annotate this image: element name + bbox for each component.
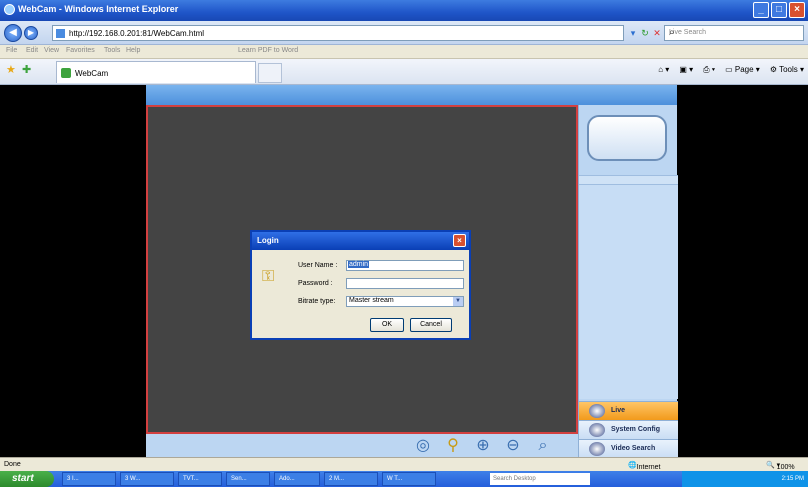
panel-divider xyxy=(579,175,678,185)
feeds-icon[interactable]: ▣ ▾ xyxy=(679,65,693,75)
add-favorites-icon[interactable]: ✚ xyxy=(22,63,31,76)
status-bar: Done 🌐 Internet 🔍 100% ▾ xyxy=(0,457,808,471)
config-icon xyxy=(589,423,605,437)
stop-icon[interactable]: ✕ xyxy=(650,25,664,41)
new-tab-button[interactable] xyxy=(258,63,282,83)
zoom-label: 100% xyxy=(776,464,795,471)
live-label: Live xyxy=(611,407,626,414)
device-list[interactable] xyxy=(579,185,678,399)
clock: 2:15 PM xyxy=(781,476,804,482)
zoom-in-icon[interactable]: ⊕ xyxy=(472,436,494,456)
close-window-button[interactable]: × xyxy=(789,2,805,18)
video-search-button[interactable]: Video Search xyxy=(579,439,678,458)
page-menu-label: Page xyxy=(734,65,754,74)
bitrate-select[interactable]: Master stream ▼ xyxy=(346,296,464,307)
pdf-link[interactable]: Learn PDF to Word xyxy=(238,47,298,54)
zone-label: Internet xyxy=(636,464,661,471)
taskbar-item[interactable]: 2 M... xyxy=(324,472,378,486)
tools-menu-label: Tools xyxy=(779,65,798,74)
login-title: Login xyxy=(257,236,279,245)
webcam-favicon-icon xyxy=(61,68,71,78)
forward-icon[interactable]: ▶ xyxy=(24,26,38,40)
window-title: WebCam - Windows Internet Explorer xyxy=(18,4,179,14)
bitrate-value: Master stream xyxy=(349,297,394,304)
magnify-icon[interactable]: ⌕ xyxy=(532,436,554,456)
status-text: Done xyxy=(4,461,21,468)
print-icon[interactable]: ⎙ ▾ xyxy=(703,65,715,75)
screen-layout-button[interactable] xyxy=(587,115,667,161)
internet-zone: 🌐 Internet xyxy=(628,462,661,471)
page-icon xyxy=(56,29,65,38)
camera-icon[interactable]: ◎ xyxy=(412,436,434,456)
system-config-button[interactable]: System Config xyxy=(579,420,678,439)
system-tray: 2:15 PM xyxy=(682,471,808,487)
password-field[interactable] xyxy=(346,278,464,289)
key-icon: ⚿ xyxy=(262,268,275,285)
system-config-label: System Config xyxy=(611,426,661,433)
address-row: ◀ ▶ http://192.168.0.201:81/WebCam.html … xyxy=(0,21,808,45)
home-icon[interactable]: ⌂ ▾ xyxy=(658,65,669,75)
username-label: User Name : xyxy=(298,262,338,269)
ok-button[interactable]: OK xyxy=(370,318,404,332)
taskbar-item[interactable]: 3 W... xyxy=(120,472,174,486)
chevron-down-icon[interactable]: ▼ xyxy=(453,297,463,306)
window-titlebar: WebCam - Windows Internet Explorer _ □ × xyxy=(0,0,808,21)
maximize-button[interactable]: □ xyxy=(771,2,787,18)
menu-bar: File Edit View Favorites Tools Help Lear… xyxy=(0,45,808,59)
webcam-header xyxy=(146,85,677,105)
taskbar: start 3 I... 3 W... TVT... Sen... Ado...… xyxy=(0,471,808,487)
ptz-icon[interactable]: ⚲ xyxy=(442,436,464,456)
close-icon[interactable]: × xyxy=(453,234,466,247)
search-icon[interactable]: ⌕ xyxy=(669,27,801,38)
menu-favorites[interactable]: Favorites xyxy=(66,47,95,54)
login-titlebar: Login × xyxy=(252,232,469,250)
zoom-out-icon[interactable]: ⊖ xyxy=(502,436,524,456)
video-search-label: Video Search xyxy=(611,445,656,452)
menu-tools[interactable]: Tools xyxy=(104,47,120,54)
start-button[interactable]: start xyxy=(0,471,54,487)
zoom-level[interactable]: 🔍 100% ▾ xyxy=(766,461,795,471)
cancel-button[interactable]: Cancel xyxy=(410,318,452,332)
live-icon xyxy=(589,404,605,418)
ie-icon xyxy=(4,4,15,15)
tab-row: ★ ✚ WebCam ⌂ ▾ ▣ ▾ ⎙ ▾ ▭ Page ▾ ⚙ Tools … xyxy=(0,59,808,85)
menu-view[interactable]: View xyxy=(44,47,59,54)
minimize-button[interactable]: _ xyxy=(753,2,769,18)
control-panel: Live System Config Video Search xyxy=(578,105,678,458)
login-dialog: Login × ⚿ User Name : admin Password : B… xyxy=(250,230,471,340)
video-search-icon xyxy=(589,442,605,456)
back-icon[interactable]: ◀ xyxy=(4,24,22,42)
menu-help[interactable]: Help xyxy=(126,47,140,54)
live-search-input[interactable]: Live Search ⌕ xyxy=(664,25,804,41)
video-controls: ◎ ⚲ ⊕ ⊖ ⌕ xyxy=(146,434,578,457)
password-label: Password : xyxy=(298,280,333,287)
taskbar-item[interactable]: 3 I... xyxy=(62,472,116,486)
live-menu-button[interactable]: Live xyxy=(579,401,678,420)
desktop-search-input[interactable]: Search Desktop xyxy=(490,473,590,485)
favorites-star-icon[interactable]: ★ xyxy=(6,63,16,76)
taskbar-item[interactable]: Sen... xyxy=(226,472,270,486)
bitrate-label: Bitrate type: xyxy=(298,298,336,305)
tab-webcam[interactable]: WebCam xyxy=(56,61,256,83)
tools-menu[interactable]: ⚙ Tools ▾ xyxy=(770,65,804,75)
username-field[interactable]: admin xyxy=(346,260,464,271)
tab-label: WebCam xyxy=(75,69,109,78)
taskbar-item[interactable]: TVT... xyxy=(178,472,222,486)
address-url[interactable]: http://192.168.0.201:81/WebCam.html xyxy=(69,29,204,38)
taskbar-item[interactable]: Ado... xyxy=(274,472,320,486)
username-value: admin xyxy=(348,261,370,268)
menu-edit[interactable]: Edit xyxy=(26,47,38,54)
address-bar[interactable]: http://192.168.0.201:81/WebCam.html xyxy=(52,25,624,41)
menu-file[interactable]: File xyxy=(6,47,17,54)
taskbar-item[interactable]: W T... xyxy=(382,472,436,486)
page-menu[interactable]: ▭ Page ▾ xyxy=(725,65,760,75)
